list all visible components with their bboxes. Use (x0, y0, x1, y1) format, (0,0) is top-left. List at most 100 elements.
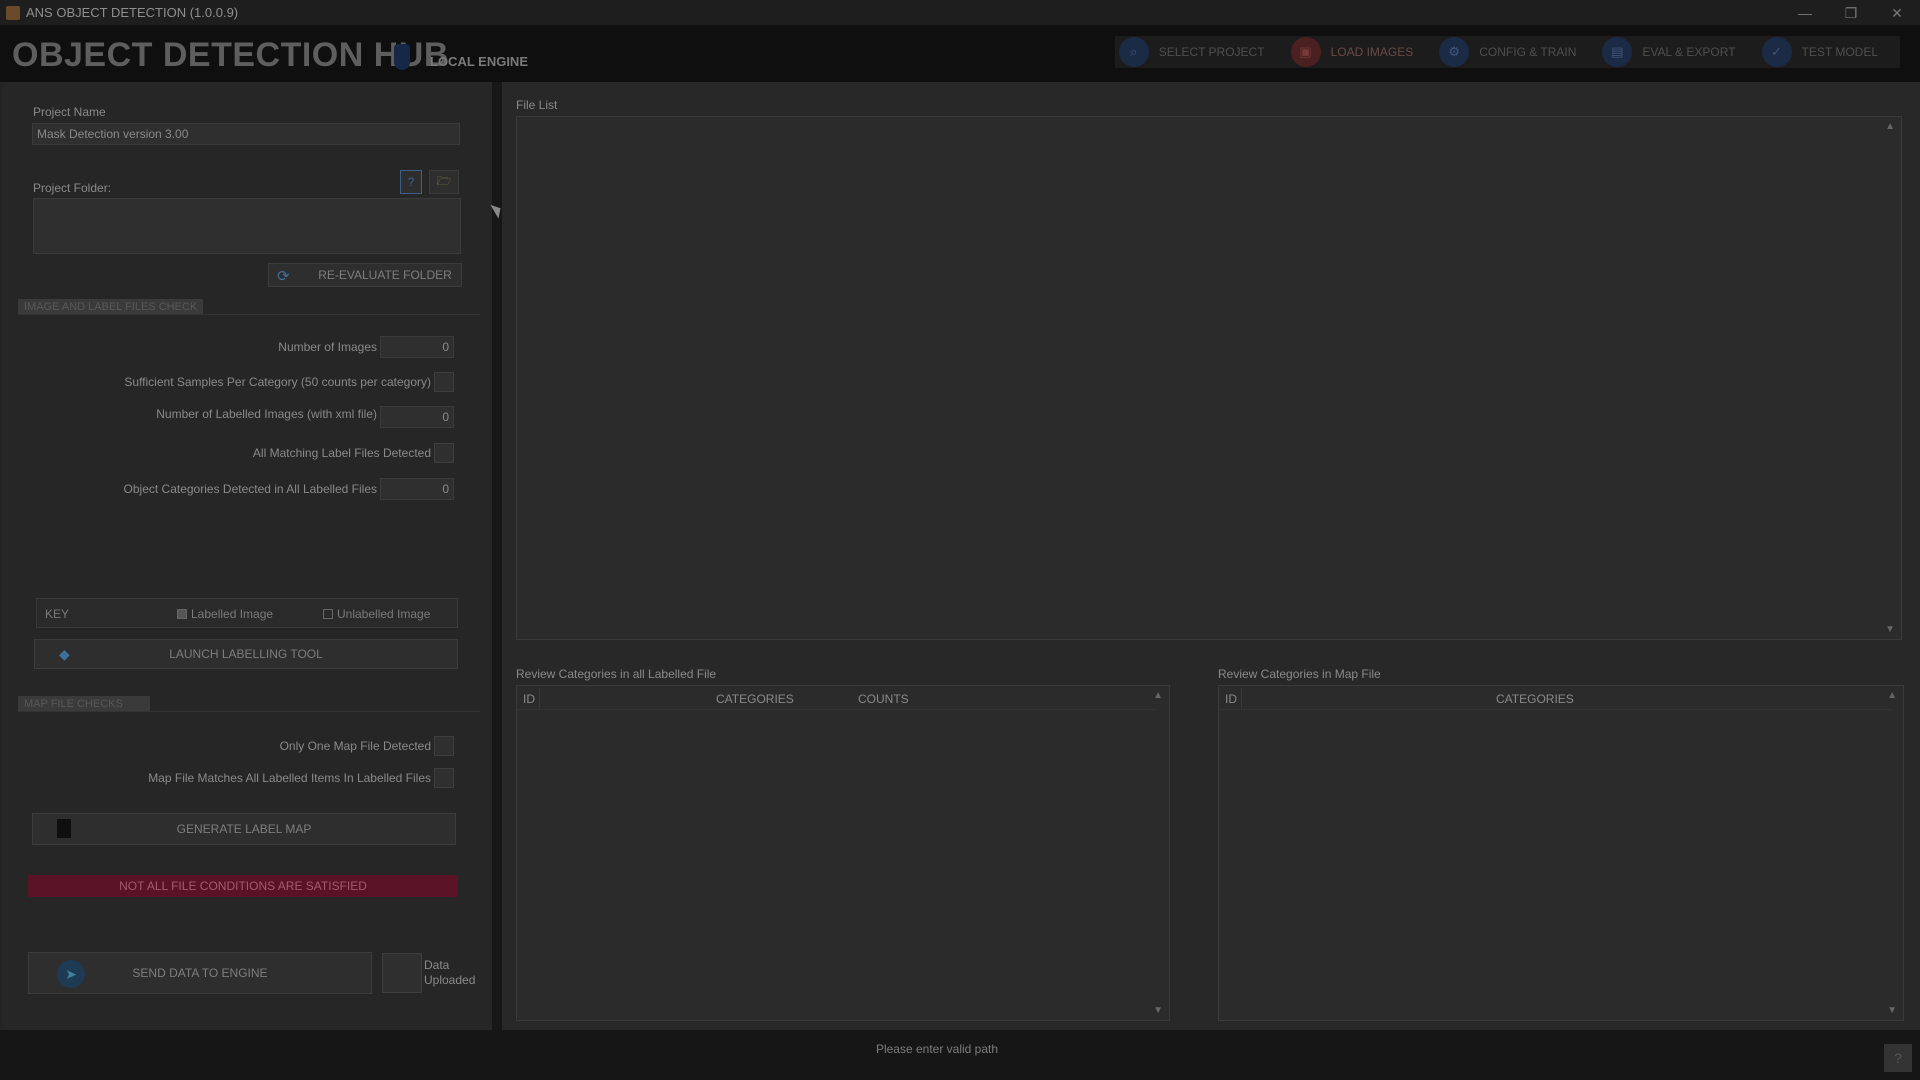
project-folder-input[interactable] (33, 198, 461, 254)
categories-detected-label: Object Categories Detected in All Labell… (123, 482, 377, 496)
column-divider (539, 688, 540, 708)
only-one-map-check (434, 736, 454, 756)
table-header: ID CATEGORIES (1219, 686, 1891, 710)
launch-labelling-label: LAUNCH LABELLING TOOL (169, 647, 323, 661)
num-images-label: Number of Images (278, 340, 377, 354)
check-icon: ✓ (1761, 37, 1792, 67)
data-uploaded-line2: Uploaded (424, 973, 476, 987)
generate-label-map-button[interactable]: GENERATE LABEL MAP (32, 813, 456, 845)
nav-label: SELECT PROJECT (1158, 45, 1265, 59)
num-labelled-label: Number of Labelled Images (with xml file… (156, 407, 377, 421)
col-counts: COUNTS (858, 692, 909, 706)
project-name-label: Project Name (33, 105, 106, 119)
data-uploaded-label: Data Uploaded (424, 958, 475, 988)
reevaluate-folder-button[interactable]: ⟳ RE-EVALUATE FOLDER (268, 263, 462, 287)
engine-label: LOCAL ENGINE (430, 54, 528, 69)
table-header: ID CATEGORIES COUNTS (517, 686, 1157, 710)
window-controls: — ❐ ✕ (1782, 0, 1920, 26)
clipboard-icon: ▤ (1602, 37, 1633, 67)
scroll-up-icon[interactable]: ▲ (1887, 690, 1897, 701)
key-unlabelled: Unlabelled Image (323, 607, 430, 621)
file-icon (57, 819, 71, 838)
app-header: OBJECT DETECTION HUB LOCAL ENGINE ⌕ SELE… (0, 26, 1920, 82)
num-labelled-value: 0 (380, 406, 454, 428)
file-list[interactable]: ▲ ▼ (516, 116, 1902, 640)
send-data-button[interactable]: ➤ SEND DATA TO ENGINE (28, 952, 372, 994)
window-title: ANS OBJECT DETECTION (1.0.0.9) (26, 5, 239, 20)
map-checks-section: MAP FILE CHECKS (18, 696, 150, 712)
review-labelled-label: Review Categories in all Labelled File (516, 667, 717, 681)
help-button[interactable]: ? (400, 170, 422, 194)
scroll-up-icon[interactable]: ▲ (1885, 121, 1895, 132)
status-bar: Please enter valid path ? (0, 1030, 1920, 1080)
col-id: ID (523, 692, 535, 706)
scroll-up-icon[interactable]: ▲ (1153, 690, 1163, 701)
section-divider (18, 711, 480, 712)
nav-eval-export[interactable]: ▤ EVAL & EXPORT (1598, 36, 1757, 68)
review-panel: File List ▲ ▼ Review Categories in all L… (502, 82, 1920, 1030)
nav-select-project[interactable]: ⌕ SELECT PROJECT (1115, 36, 1287, 68)
close-button[interactable]: ✕ (1874, 0, 1920, 26)
num-images-value: 0 (380, 336, 454, 358)
launch-labelling-button[interactable]: ◆ LAUNCH LABELLING TOOL (34, 639, 458, 669)
map-matches-label: Map File Matches All Labelled Items In L… (148, 771, 431, 785)
tag-icon: ◆ (59, 646, 70, 662)
data-uploaded-line1: Data (424, 958, 450, 972)
scroll-down-icon[interactable]: ▼ (1885, 624, 1895, 635)
col-categories: CATEGORIES (1496, 692, 1574, 706)
minimize-button[interactable]: — (1782, 0, 1828, 26)
section-divider (18, 314, 480, 315)
all-matching-label: All Matching Label Files Detected (252, 446, 431, 460)
search-icon: ⌕ (1118, 37, 1149, 67)
nav-label: EVAL & EXPORT (1642, 45, 1736, 59)
nav-config-train[interactable]: ⚙ CONFIG & TRAIN (1435, 36, 1598, 68)
nav-test-model[interactable]: ✓ TEST MODEL (1758, 36, 1900, 68)
only-one-map-label: Only One Map File Detected (279, 739, 431, 753)
nav-load-images[interactable]: ▣ LOAD IMAGES (1287, 36, 1436, 68)
labelled-categories-table[interactable]: ID CATEGORIES COUNTS ▲ ▼ (516, 685, 1170, 1021)
image-checks-section: IMAGE AND LABEL FILES CHECK (18, 299, 204, 315)
window-titlebar: ANS OBJECT DETECTION (1.0.0.9) — ❐ ✕ (0, 0, 1920, 26)
all-matching-check (434, 443, 454, 463)
conditions-alert: NOT ALL FILE CONDITIONS ARE SATISFIED (28, 875, 458, 897)
map-categories-table[interactable]: ID CATEGORIES ▲ ▼ (1218, 685, 1904, 1021)
refresh-icon: ⟳ (277, 268, 290, 285)
image-key: KEY Labelled Image Unlabelled Image (36, 598, 458, 628)
status-message: Please enter valid path (875, 1042, 999, 1056)
col-categories: CATEGORIES (716, 692, 794, 706)
gear-icon: ⚙ (1439, 37, 1470, 67)
nav-label: TEST MODEL (1801, 45, 1878, 59)
key-labelled-text: Labelled Image (191, 607, 274, 621)
review-map-label: Review Categories in Map File (1218, 667, 1381, 681)
key-labelled: Labelled Image (177, 607, 273, 621)
column-divider (1241, 688, 1242, 708)
app-icon (6, 5, 20, 20)
nav-label: CONFIG & TRAIN (1479, 45, 1577, 59)
generate-label-map-label: GENERATE LABEL MAP (176, 822, 312, 836)
status-help-button[interactable]: ? (1884, 1044, 1912, 1072)
labelled-swatch (177, 609, 187, 619)
image-icon: ▣ (1290, 37, 1321, 67)
map-matches-check (434, 768, 454, 788)
key-unlabelled-text: Unlabelled Image (337, 607, 431, 621)
col-id: ID (1225, 692, 1237, 706)
sufficient-samples-label: Sufficient Samples Per Category (50 coun… (124, 375, 431, 389)
sufficient-samples-check (434, 372, 454, 392)
scroll-down-icon[interactable]: ▼ (1887, 1005, 1897, 1016)
project-name-input[interactable]: Mask Detection version 3.00 (32, 123, 460, 145)
upload-icon: ➤ (57, 960, 85, 988)
unlabelled-swatch (323, 609, 333, 619)
browse-folder-button[interactable]: 🗁 (429, 170, 459, 194)
file-list-label: File List (516, 98, 558, 112)
workflow-nav: ⌕ SELECT PROJECT ▣ LOAD IMAGES ⚙ CONFIG … (1114, 36, 1900, 68)
reevaluate-label: RE-EVALUATE FOLDER (318, 268, 452, 282)
panel-splitter[interactable] (492, 82, 502, 1030)
key-label: KEY (45, 607, 70, 621)
data-uploaded-indicator (382, 953, 422, 993)
maximize-button[interactable]: ❐ (1828, 0, 1874, 26)
project-folder-label: Project Folder: (33, 181, 112, 195)
nav-label: LOAD IMAGES (1330, 45, 1414, 59)
project-panel: Project Name Mask Detection version 3.00… (2, 82, 492, 1030)
shield-icon (394, 44, 410, 70)
scroll-down-icon[interactable]: ▼ (1153, 1005, 1163, 1016)
